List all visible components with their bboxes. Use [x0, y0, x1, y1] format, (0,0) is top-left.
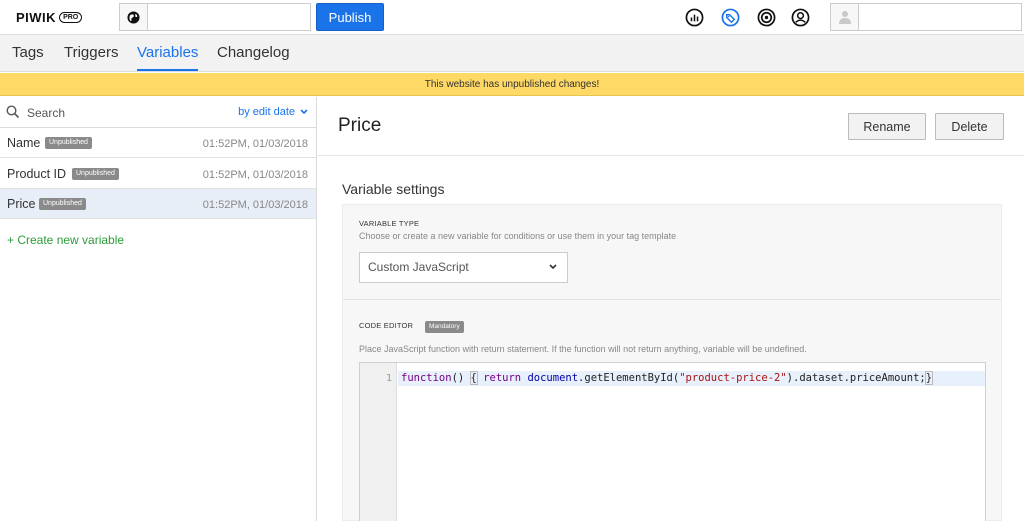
variable-type-select[interactable]: Custom JavaScript: [359, 252, 568, 283]
variables-list-panel: by edit date Name Unpublished 01:52PM, 0…: [0, 97, 317, 521]
variable-row-product-id[interactable]: Product ID Unpublished 01:52PM, 01/03/20…: [0, 159, 316, 189]
tab-triggers[interactable]: Triggers: [64, 35, 118, 71]
website-selector[interactable]: [119, 3, 311, 31]
analytics-icon[interactable]: [684, 7, 704, 27]
code-editor-label: CODE EDITOR: [359, 321, 414, 330]
variable-name: Product ID: [7, 167, 67, 181]
section-title: Variable settings: [342, 181, 445, 197]
publish-button[interactable]: Publish: [316, 3, 384, 31]
delete-button[interactable]: Delete: [935, 113, 1004, 140]
logo-text: PIWIK: [16, 9, 57, 25]
variable-edit-date: 01:52PM, 01/03/2018: [202, 138, 308, 150]
variable-row-price[interactable]: Price Unpublished 01:52PM, 01/03/2018: [0, 189, 316, 219]
tab-variables[interactable]: Variables: [137, 35, 199, 71]
variable-name: Price: [7, 197, 36, 211]
variable-row-name[interactable]: Name Unpublished 01:52PM, 01/03/2018: [0, 128, 316, 158]
sort-dropdown[interactable]: by edit date: [238, 106, 308, 118]
variable-name: Name: [7, 136, 41, 150]
divider: [343, 299, 1001, 300]
tab-tags[interactable]: Tags: [12, 35, 44, 71]
main-tabs: Tags Triggers Variables Changelog: [0, 35, 1024, 72]
variable-type-value: Custom JavaScript: [368, 260, 469, 274]
unpublished-badge: Unpublished: [45, 137, 92, 149]
website-search-input[interactable]: [149, 4, 310, 30]
unpublished-changes-banner: This website has unpublished changes!: [0, 73, 1024, 96]
target-icon[interactable]: [756, 7, 776, 27]
sort-label: by edit date: [238, 106, 295, 118]
unpublished-badge: Unpublished: [39, 198, 86, 210]
code-token: document: [527, 372, 579, 384]
avatar-icon: [831, 4, 859, 30]
code-token: return: [483, 372, 522, 384]
line-number-gutter: 1: [360, 363, 397, 521]
user-menu[interactable]: [830, 3, 1022, 31]
top-bar: PIWIK PRO Publish: [0, 0, 1024, 35]
user-circle-icon[interactable]: [790, 7, 810, 27]
code-token: (): [451, 372, 471, 384]
code-token: "product-price-2": [679, 372, 787, 384]
tag-manager-icon[interactable]: [720, 7, 740, 27]
line-number: 1: [385, 373, 392, 384]
search-bar: by edit date: [0, 97, 316, 128]
page-title: Price: [338, 115, 382, 136]
variable-edit-date: 01:52PM, 01/03/2018: [202, 199, 308, 211]
chevron-down-icon: [300, 108, 308, 117]
unpublished-badge: Unpublished: [72, 168, 119, 180]
piwik-pro-logo[interactable]: PIWIK PRO: [16, 9, 83, 25]
variable-edit-date: 01:52PM, 01/03/2018: [202, 169, 308, 181]
search-input[interactable]: [27, 102, 217, 124]
create-variable-link[interactable]: + Create new variable: [7, 233, 124, 247]
variable-type-help: Choose or create a new variable for cond…: [359, 231, 677, 241]
code-token: function: [401, 372, 452, 384]
search-icon: [6, 105, 20, 122]
code-editor[interactable]: 1 function() { return document.getElemen…: [359, 362, 986, 521]
variable-type-label: VARIABLE TYPE: [359, 219, 420, 228]
code-token: ).dataset.priceAmount;: [786, 372, 926, 384]
globe-icon: [120, 4, 148, 30]
divider: [318, 155, 1024, 156]
code-line[interactable]: function() { return document.getElementB…: [398, 371, 985, 386]
code-token: }: [924, 371, 934, 385]
variable-settings-card: VARIABLE TYPE Choose or create a new var…: [342, 204, 1002, 521]
mandatory-badge: Mandatory: [425, 321, 464, 333]
rename-button[interactable]: Rename: [848, 113, 926, 140]
chevron-down-icon: [549, 253, 557, 282]
code-token: .getElementById(: [578, 372, 680, 384]
code-editor-help: Place JavaScript function with return st…: [359, 344, 807, 354]
tab-changelog[interactable]: Changelog: [217, 35, 290, 71]
logo-badge: PRO: [59, 11, 83, 23]
variable-detail-panel: Price Rename Delete Variable settings VA…: [318, 97, 1024, 521]
